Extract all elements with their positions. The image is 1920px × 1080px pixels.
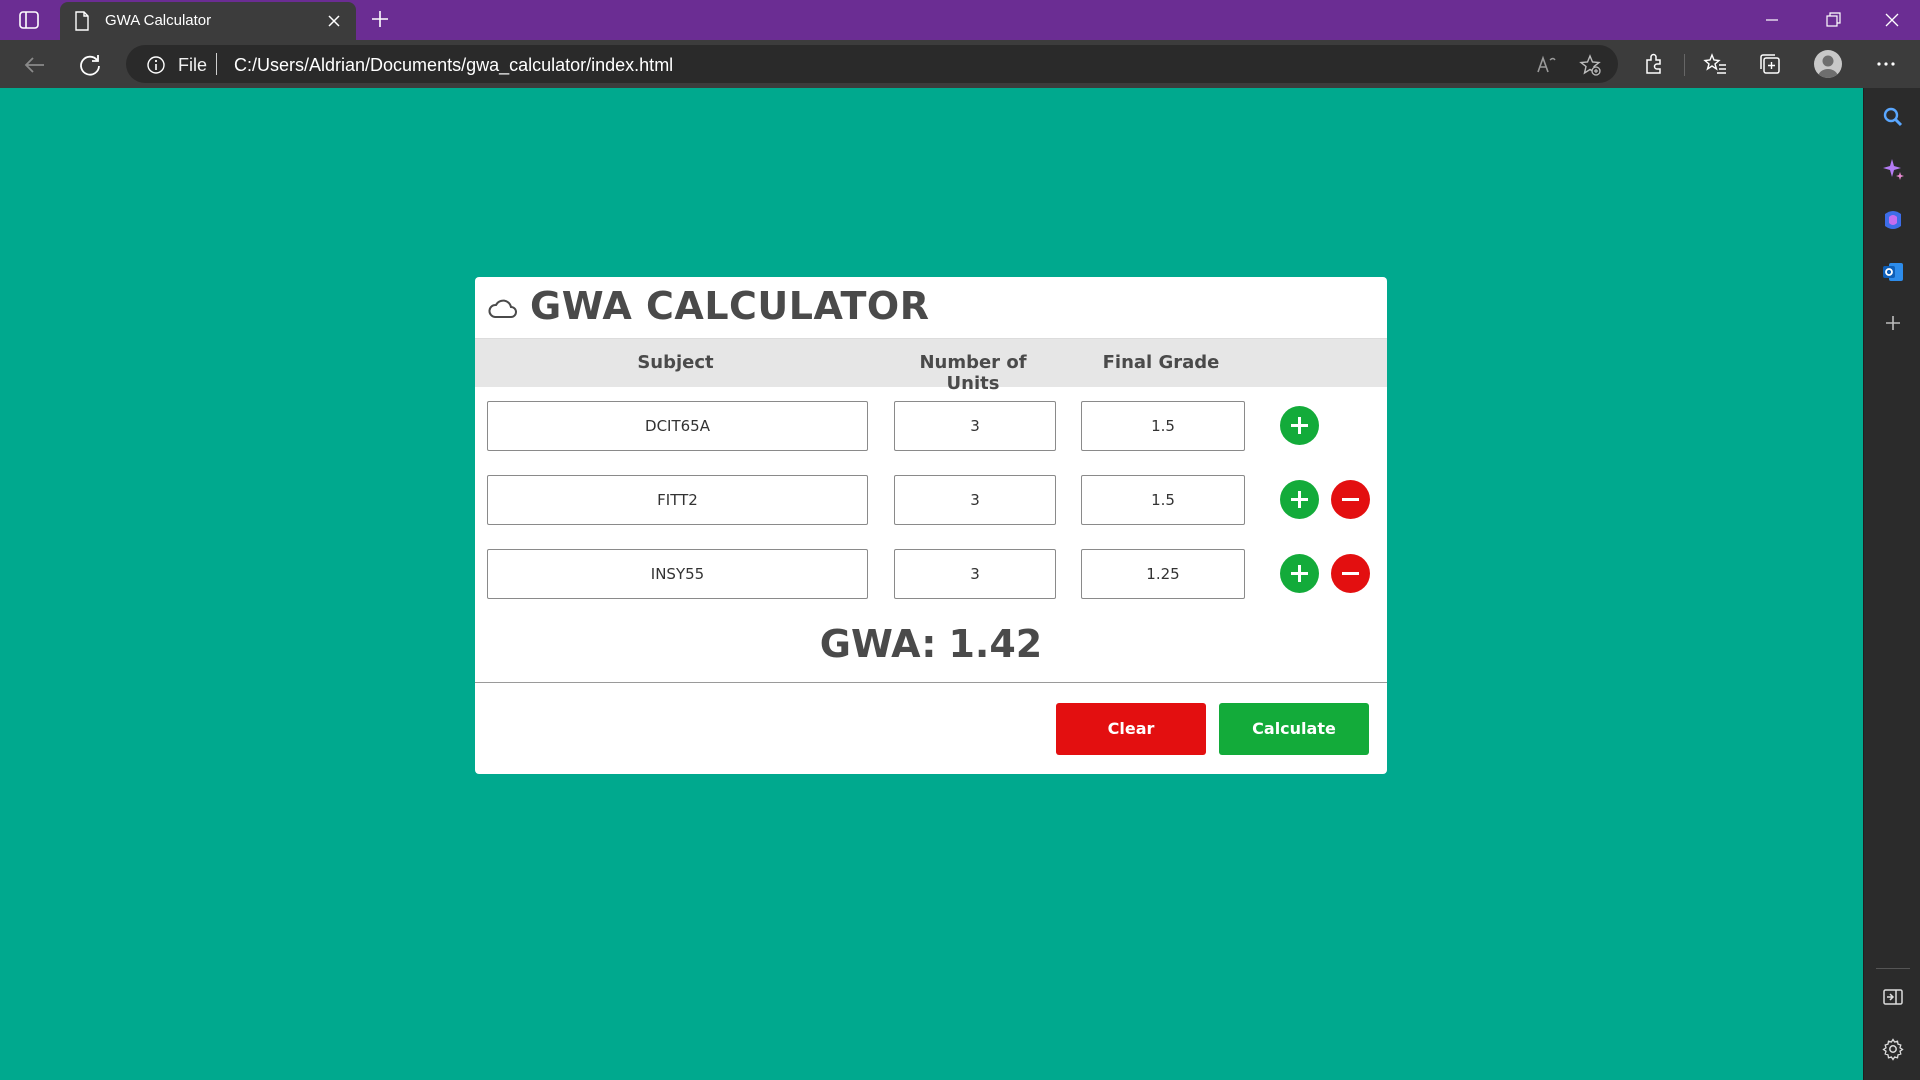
browser-sidebar (1863, 88, 1920, 1080)
address-url[interactable]: C:/Users/Aldrian/Documents/gwa_calculato… (234, 55, 673, 76)
copilot-icon[interactable] (1881, 208, 1905, 232)
gwa-calculator-card: GWA CALCULATOR Subject Number of Units F… (475, 277, 1387, 774)
add-favorite-icon[interactable] (1578, 53, 1602, 77)
subject-input[interactable]: FITT2 (487, 475, 868, 525)
info-icon[interactable] (146, 55, 166, 75)
add-sidebar-app-icon[interactable] (1881, 311, 1905, 335)
card-header: GWA CALCULATOR (475, 277, 1387, 339)
tab-title: GWA Calculator (105, 12, 212, 29)
gwa-result: GWA: 1.42 (475, 622, 1387, 666)
read-aloud-icon[interactable] (1534, 53, 1558, 77)
hide-sidebar-icon[interactable] (1881, 985, 1905, 1009)
add-row-button[interactable] (1280, 554, 1319, 593)
extensions-icon[interactable] (1641, 51, 1667, 77)
cloud-icon (488, 299, 517, 318)
units-column-header: Number of Units (919, 352, 1027, 394)
browser-tab[interactable]: GWA Calculator (60, 2, 356, 40)
tab-actions-icon[interactable] (18, 10, 40, 30)
toolbar-divider (1684, 54, 1685, 76)
subject-input[interactable]: DCIT65A (487, 401, 868, 451)
close-tab-icon[interactable] (326, 13, 342, 29)
clear-button[interactable]: Clear (1056, 703, 1206, 755)
settings-gear-icon[interactable] (1881, 1037, 1905, 1061)
address-scheme: File (178, 55, 208, 75)
footer-divider (475, 682, 1387, 683)
copilot-sparkle-icon[interactable] (1881, 157, 1905, 181)
grade-input[interactable]: 1.25 (1081, 549, 1245, 599)
gwa-label: GWA: (819, 622, 937, 666)
units-input[interactable]: 3 (894, 549, 1056, 599)
subject-row: DCIT65A 3 1.5 (475, 401, 1387, 451)
search-icon[interactable] (1881, 105, 1905, 129)
subject-input[interactable]: INSY55 (487, 549, 868, 599)
gwa-value: 1.42 (948, 622, 1043, 666)
address-separator (216, 53, 217, 75)
more-options-icon[interactable] (1873, 51, 1899, 77)
subject-column-header: Subject (637, 352, 714, 373)
back-icon[interactable] (22, 52, 48, 78)
browser-toolbar: File C:/Users/Aldrian/Documents/gwa_calc… (0, 40, 1920, 88)
add-row-button[interactable] (1280, 480, 1319, 519)
grade-input[interactable]: 1.5 (1081, 475, 1245, 525)
refresh-icon[interactable] (77, 52, 103, 78)
page-icon (75, 11, 89, 31)
restore-icon[interactable] (1823, 10, 1843, 30)
address-bar[interactable]: File C:/Users/Aldrian/Documents/gwa_calc… (126, 45, 1618, 83)
page-title: GWA CALCULATOR (530, 284, 930, 328)
favorites-icon[interactable] (1702, 51, 1728, 77)
grade-column-header: Final Grade (1102, 352, 1220, 373)
subject-row: FITT2 3 1.5 (475, 475, 1387, 525)
units-input[interactable]: 3 (894, 475, 1056, 525)
browser-tab-bar: GWA Calculator (0, 0, 1920, 40)
subject-row: INSY55 3 1.25 (475, 549, 1387, 599)
grade-input[interactable]: 1.5 (1081, 401, 1245, 451)
minimize-icon[interactable] (1762, 10, 1782, 30)
remove-row-button[interactable] (1331, 480, 1370, 519)
outlook-icon[interactable] (1881, 260, 1905, 284)
units-input[interactable]: 3 (894, 401, 1056, 451)
collections-icon[interactable] (1757, 51, 1783, 77)
add-row-button[interactable] (1280, 406, 1319, 445)
new-tab-icon[interactable] (370, 9, 390, 29)
sidebar-divider (1876, 968, 1910, 969)
table-header: Subject Number of Units Final Grade (475, 339, 1387, 394)
calculate-button[interactable]: Calculate (1219, 703, 1369, 755)
close-window-icon[interactable] (1882, 10, 1902, 30)
remove-row-button[interactable] (1331, 554, 1370, 593)
profile-avatar[interactable] (1814, 50, 1842, 78)
profile-icon (1818, 55, 1838, 78)
